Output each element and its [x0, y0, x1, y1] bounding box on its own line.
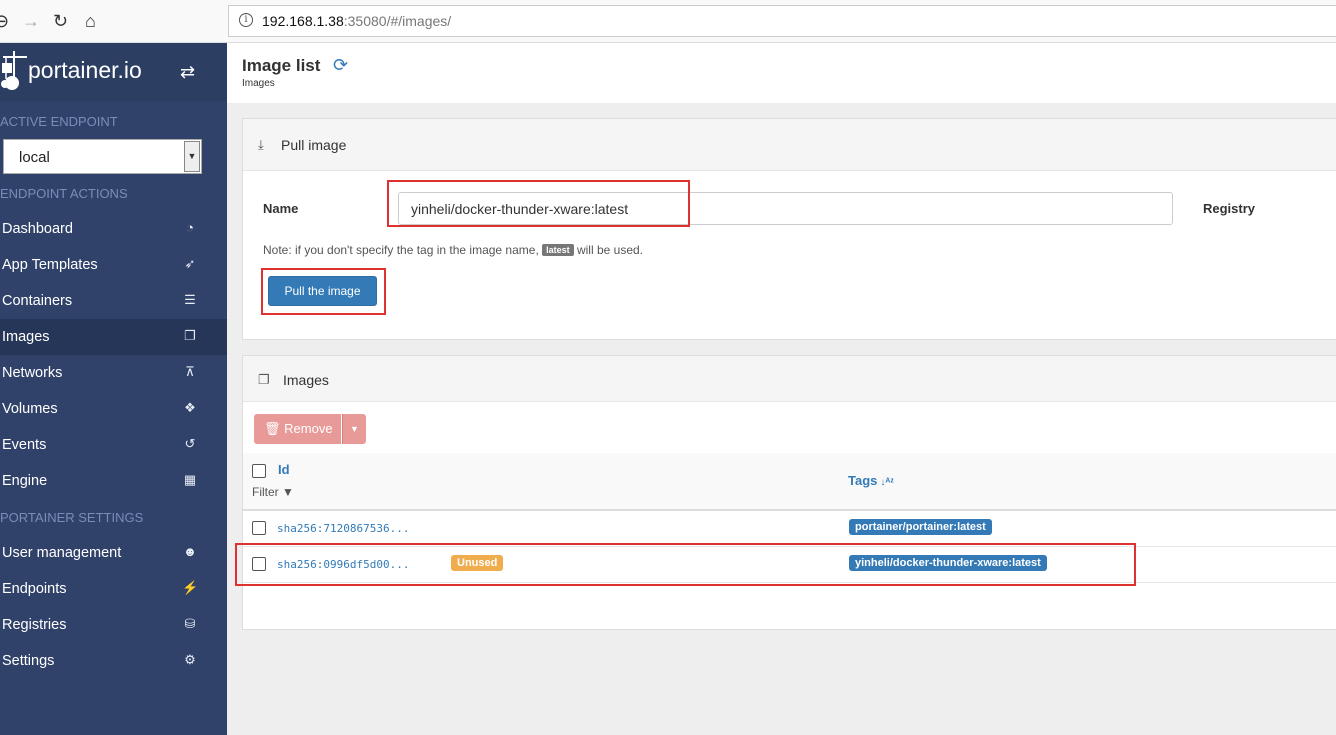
rocket-icon: ➶: [184, 256, 196, 271]
clone-icon: ❐: [184, 328, 196, 343]
browser-toolbar: ⊖ → ↻ ⌂ i 192.168.1.38:35080/#/images/: [0, 0, 1336, 43]
endpoint-actions-title: ENDPOINT ACTIONS: [0, 186, 128, 201]
sidebar-item-networks[interactable]: Networks ⊼: [0, 355, 227, 391]
download-icon: ⤓: [258, 137, 264, 152]
sidebar-item-containers[interactable]: Containers ☰: [0, 283, 227, 319]
tags-label: Tags: [848, 473, 878, 488]
filter-toggle[interactable]: Filter ▼: [252, 485, 294, 499]
reload-icon[interactable]: ↻: [53, 10, 68, 32]
tachometer-icon: ◔: [186, 220, 194, 235]
filter-icon: ▼: [282, 485, 294, 499]
cogs-icon: ⚙: [184, 652, 196, 667]
table-row: sha256:7120867536... portainer/portainer…: [243, 511, 1336, 547]
url-host: 192.168.1.38: [262, 13, 344, 29]
note-text-after: will be used.: [573, 243, 644, 257]
images-panel-header: ❐ Images: [243, 356, 1336, 402]
tag-note: Note: if you don't specify the tag in th…: [263, 243, 643, 257]
portainer-logo-icon[interactable]: [0, 49, 28, 91]
sidebar-item-label: Dashboard: [2, 221, 73, 237]
url-text: 192.168.1.38:35080/#/images/: [262, 13, 451, 29]
sidebar-item-label: App Templates: [2, 257, 98, 273]
home-icon[interactable]: ⌂: [85, 10, 96, 32]
sidebar-item-label: Images: [2, 329, 50, 345]
th-icon: ▦: [183, 472, 197, 487]
sidebar-item-dashboard[interactable]: Dashboard ◔: [0, 211, 227, 247]
remove-button-label: Remove: [284, 421, 333, 436]
page-header: Image list ⟳ Images: [227, 43, 1336, 103]
trash-icon: 🗑︎: [264, 421, 281, 436]
main-content: Image list ⟳ Images ⤓ Pull image Name Re…: [227, 43, 1336, 735]
select-all-checkbox[interactable]: [252, 464, 266, 478]
sidebar: portainer.io ⇄ ACTIVE ENDPOINT local ▼ E…: [0, 43, 227, 735]
column-header-tags[interactable]: Tags ↓ᴬᶻ: [848, 473, 894, 488]
history-icon: ↺: [184, 436, 196, 451]
sidebar-item-settings[interactable]: Settings ⚙: [0, 643, 227, 679]
url-path: :35080/#/images/: [343, 13, 452, 29]
active-endpoint-title: ACTIVE ENDPOINT: [0, 114, 118, 129]
sidebar-item-label: Networks: [2, 365, 63, 381]
sidebar-item-app-templates[interactable]: App Templates ➶: [0, 247, 227, 283]
site-info-icon[interactable]: i: [239, 13, 253, 27]
sidebar-item-events[interactable]: Events ↺: [0, 427, 227, 463]
sidebar-item-label: Settings: [2, 653, 55, 669]
sidebar-item-registries[interactable]: Registries ⛁: [0, 607, 227, 643]
sidebar-item-images[interactable]: Images ❐: [0, 319, 227, 355]
chevron-down-icon[interactable]: ▼: [184, 141, 200, 172]
endpoint-select-value: local: [19, 149, 50, 166]
remove-options-caret[interactable]: ▼: [342, 414, 366, 444]
endpoint-select[interactable]: local ▼: [3, 139, 202, 174]
images-panel: ❐ Images 🗑︎ Remove ▼ Id Filter ▼ Tags ↓ᴬᶻ…: [242, 355, 1336, 630]
address-bar[interactable]: i 192.168.1.38:35080/#/images/: [228, 5, 1336, 37]
filter-label: Filter: [252, 485, 279, 499]
sidebar-item-engine[interactable]: Engine ▦: [0, 463, 227, 499]
column-header-id[interactable]: Id: [278, 462, 290, 477]
portainer-settings-title: PORTAINER SETTINGS: [0, 510, 144, 525]
image-id-link[interactable]: sha256:7120867536...: [277, 522, 409, 535]
breadcrumb: Images: [242, 78, 275, 89]
sitemap-icon: ⊼: [185, 364, 195, 379]
cubes-icon: ❖: [184, 400, 196, 415]
server-icon: ☰: [184, 292, 196, 307]
name-label: Name: [263, 201, 299, 216]
note-text-before: Note: if you don't specify the tag in th…: [263, 243, 543, 257]
sidebar-item-volumes[interactable]: Volumes ❖: [0, 391, 227, 427]
pull-image-panel-header: ⤓ Pull image: [243, 119, 1336, 171]
images-table-header: Id Filter ▼ Tags ↓ᴬᶻ: [243, 453, 1336, 511]
sort-alpha-icon: ↓ᴬᶻ: [880, 477, 894, 488]
pull-image-panel: ⤓ Pull image Name Registry Note: if you …: [242, 118, 1336, 340]
remove-button[interactable]: 🗑︎ Remove: [254, 414, 341, 444]
sidebar-item-label: Engine: [2, 473, 48, 489]
pull-image-title: Pull image: [281, 137, 347, 153]
annotation-box-image-row: [235, 543, 1136, 586]
sidebar-item-label: User management: [2, 545, 122, 561]
users-icon: ☻: [183, 544, 197, 559]
sidebar-item-label: Registries: [2, 617, 67, 633]
image-tag-badge: portainer/portainer:latest: [849, 519, 992, 535]
sidebar-item-label: Endpoints: [2, 581, 67, 597]
sidebar-item-label: Volumes: [2, 401, 58, 417]
registry-label: Registry: [1203, 201, 1256, 216]
annotation-box-name-input: [387, 180, 690, 227]
toggle-sidebar-icon[interactable]: ⇄: [180, 62, 195, 83]
clone-icon: ❐: [258, 372, 270, 387]
page-title: Image list: [242, 56, 321, 75]
back-icon[interactable]: ⊖: [0, 10, 9, 32]
annotation-box-pull-button: [261, 268, 386, 315]
sidebar-item-label: Events: [2, 437, 47, 453]
brand-name[interactable]: portainer.io: [28, 57, 142, 84]
plug-icon: ⚡: [182, 580, 199, 595]
refresh-icon[interactable]: ⟳: [333, 55, 348, 76]
sidebar-item-label: Containers: [2, 293, 73, 309]
forward-icon[interactable]: →: [22, 10, 40, 32]
sidebar-item-endpoints[interactable]: Endpoints ⚡: [0, 571, 227, 607]
images-panel-title: Images: [283, 372, 329, 388]
sidebar-item-user-management[interactable]: User management ☻: [0, 535, 227, 571]
latest-badge: latest: [542, 244, 574, 256]
database-icon: ⛁: [184, 616, 196, 631]
brand-header: portainer.io ⇄: [0, 43, 227, 101]
row-checkbox[interactable]: [252, 521, 266, 535]
